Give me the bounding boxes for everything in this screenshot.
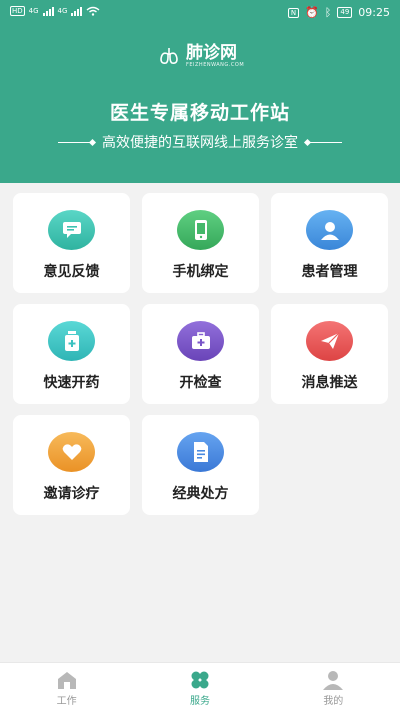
service-card-invite-treatment[interactable]: 邀请诊疗 — [13, 415, 130, 515]
service-card-order-exam[interactable]: 开检查 — [142, 304, 259, 404]
hero-subtitle-row: 高效便捷的互联网线上服务诊室 — [0, 132, 400, 152]
tab-label: 我的 — [323, 696, 344, 707]
lung-logo-icon — [160, 48, 178, 64]
document-icon — [177, 432, 224, 472]
home-icon — [57, 672, 76, 689]
sim-badge-1: HD — [10, 6, 25, 16]
service-label: 手机绑定 — [172, 264, 229, 280]
tab-work[interactable]: 工作 — [0, 663, 133, 711]
tab-mine[interactable]: 我的 — [267, 663, 400, 711]
decorative-line-left — [58, 141, 92, 143]
service-card-phone-binding[interactable]: 手机绑定 — [142, 193, 259, 293]
status-right: N ⏰ ᛒ 49 09:25 — [287, 6, 390, 19]
service-card-feedback[interactable]: 意见反馈 — [13, 193, 130, 293]
header-banner: HD 4G 4G N ⏰ ᛒ 49 09:25 肺诊网 FEIZHENWANG.… — [0, 0, 400, 183]
tab-service[interactable]: 服务 — [133, 663, 266, 711]
service-label: 患者管理 — [301, 264, 358, 280]
service-label: 意见反馈 — [43, 264, 100, 280]
battery-icon: 49 — [337, 7, 353, 18]
brand-name: 肺诊网 — [186, 43, 237, 63]
chat-icon — [48, 210, 95, 250]
tab-label: 服务 — [189, 696, 210, 707]
network-label-1: 4G — [28, 7, 39, 15]
user-icon — [306, 210, 353, 250]
clover-icon — [191, 671, 209, 689]
service-label: 邀请诊疗 — [43, 486, 100, 502]
service-label: 消息推送 — [301, 375, 358, 391]
bluetooth-icon: ᛒ — [324, 6, 332, 19]
wifi-icon — [86, 6, 100, 16]
status-bar: HD 4G 4G N ⏰ ᛒ 49 09:25 — [0, 0, 400, 26]
tab-label: 工作 — [56, 696, 77, 707]
hero-subtitle: 高效便捷的互联网线上服务诊室 — [102, 135, 298, 151]
profile-icon — [323, 671, 344, 690]
service-card-message-push[interactable]: 消息推送 — [271, 304, 388, 404]
network-label-2: 4G — [57, 7, 68, 15]
brand-logo: 肺诊网 FEIZHENWANG.COM — [158, 44, 244, 68]
decorative-line-right — [308, 141, 342, 143]
status-left: HD 4G 4G — [10, 6, 100, 16]
nfc-icon: N — [287, 7, 300, 18]
phone-icon — [177, 210, 224, 250]
medical-kit-icon — [177, 321, 224, 361]
medicine-bottle-icon — [48, 321, 95, 361]
service-label: 快速开药 — [43, 375, 100, 391]
paper-plane-icon — [306, 321, 353, 361]
signal-icon-2 — [71, 6, 83, 16]
alarm-icon: ⏰ — [305, 6, 319, 19]
service-label: 开检查 — [179, 375, 222, 391]
clock-text: 09:25 — [358, 6, 390, 19]
heart-icon — [48, 432, 95, 472]
service-label: 经典处方 — [172, 486, 229, 502]
hero-title: 医生专属移动工作站 — [109, 102, 290, 124]
service-card-quick-prescribe[interactable]: 快速开药 — [13, 304, 130, 404]
signal-icon-1 — [42, 6, 54, 16]
brand-domain: FEIZHENWANG.COM — [186, 62, 245, 68]
service-card-classic-prescription[interactable]: 经典处方 — [142, 415, 259, 515]
service-card-patient-management[interactable]: 患者管理 — [271, 193, 388, 293]
bottom-tab-bar: 工作 服务 我的 — [0, 662, 400, 711]
